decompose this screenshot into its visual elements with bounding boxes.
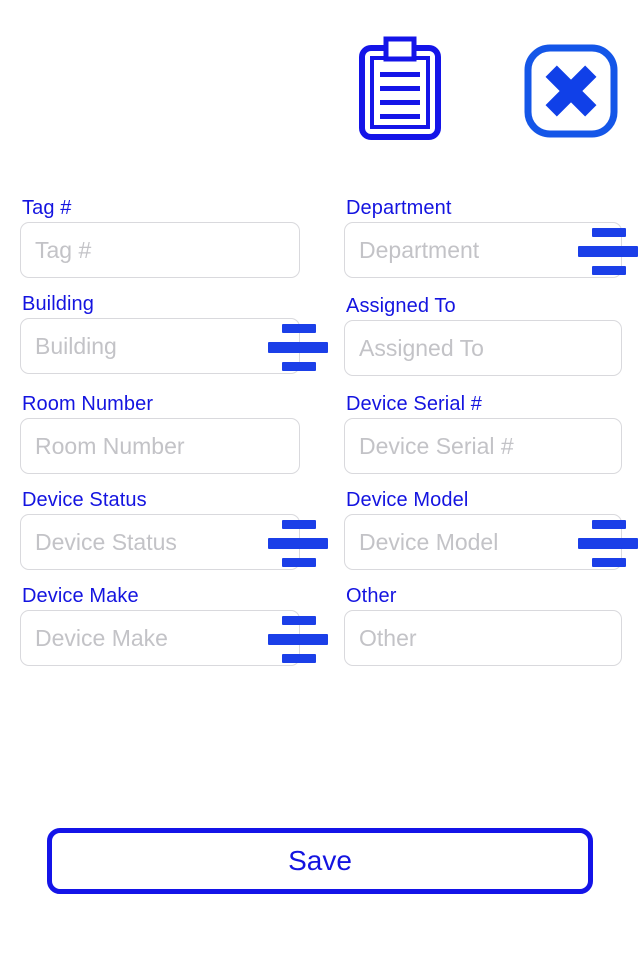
input-building[interactable]: [20, 318, 300, 374]
sliders-icon[interactable]: [268, 614, 330, 664]
label-room-number: Room Number: [22, 393, 154, 415]
input-tag-number[interactable]: [20, 222, 300, 278]
sliders-bar-top: [282, 616, 316, 625]
device-form: Tag # Department Building Assigned To Ro…: [0, 0, 640, 960]
sliders-bar-top: [592, 520, 626, 529]
sliders-bar-top: [282, 324, 316, 333]
label-assigned-to: Assigned To: [346, 295, 456, 317]
sliders-bar-middle: [268, 634, 328, 645]
sliders-bar-bottom: [282, 558, 316, 567]
sliders-bar-top: [282, 520, 316, 529]
sliders-bar-middle: [578, 538, 638, 549]
label-other: Other: [346, 585, 397, 607]
label-device-serial: Device Serial #: [346, 393, 483, 415]
input-device-serial[interactable]: [344, 418, 622, 474]
sliders-icon[interactable]: [268, 322, 330, 372]
sliders-bar-bottom: [282, 362, 316, 371]
input-device-make[interactable]: [20, 610, 300, 666]
sliders-bar-middle: [268, 538, 328, 549]
label-device-make: Device Make: [22, 585, 139, 607]
label-department: Department: [346, 197, 452, 219]
input-device-status[interactable]: [20, 514, 300, 570]
sliders-bar-middle: [268, 342, 328, 353]
label-device-status: Device Status: [22, 489, 147, 511]
sliders-icon[interactable]: [578, 518, 640, 568]
label-building: Building: [22, 293, 94, 315]
label-device-model: Device Model: [346, 489, 469, 511]
sliders-bar-bottom: [282, 654, 316, 663]
sliders-bar-bottom: [592, 558, 626, 567]
input-assigned-to[interactable]: [344, 320, 622, 376]
sliders-icon[interactable]: [578, 226, 640, 276]
sliders-bar-bottom: [592, 266, 626, 275]
sliders-icon[interactable]: [268, 518, 330, 568]
sliders-bar-middle: [578, 246, 638, 257]
input-other[interactable]: [344, 610, 622, 666]
input-room-number[interactable]: [20, 418, 300, 474]
sliders-bar-top: [592, 228, 626, 237]
label-tag-number: Tag #: [22, 197, 72, 219]
save-button[interactable]: Save: [47, 828, 593, 894]
